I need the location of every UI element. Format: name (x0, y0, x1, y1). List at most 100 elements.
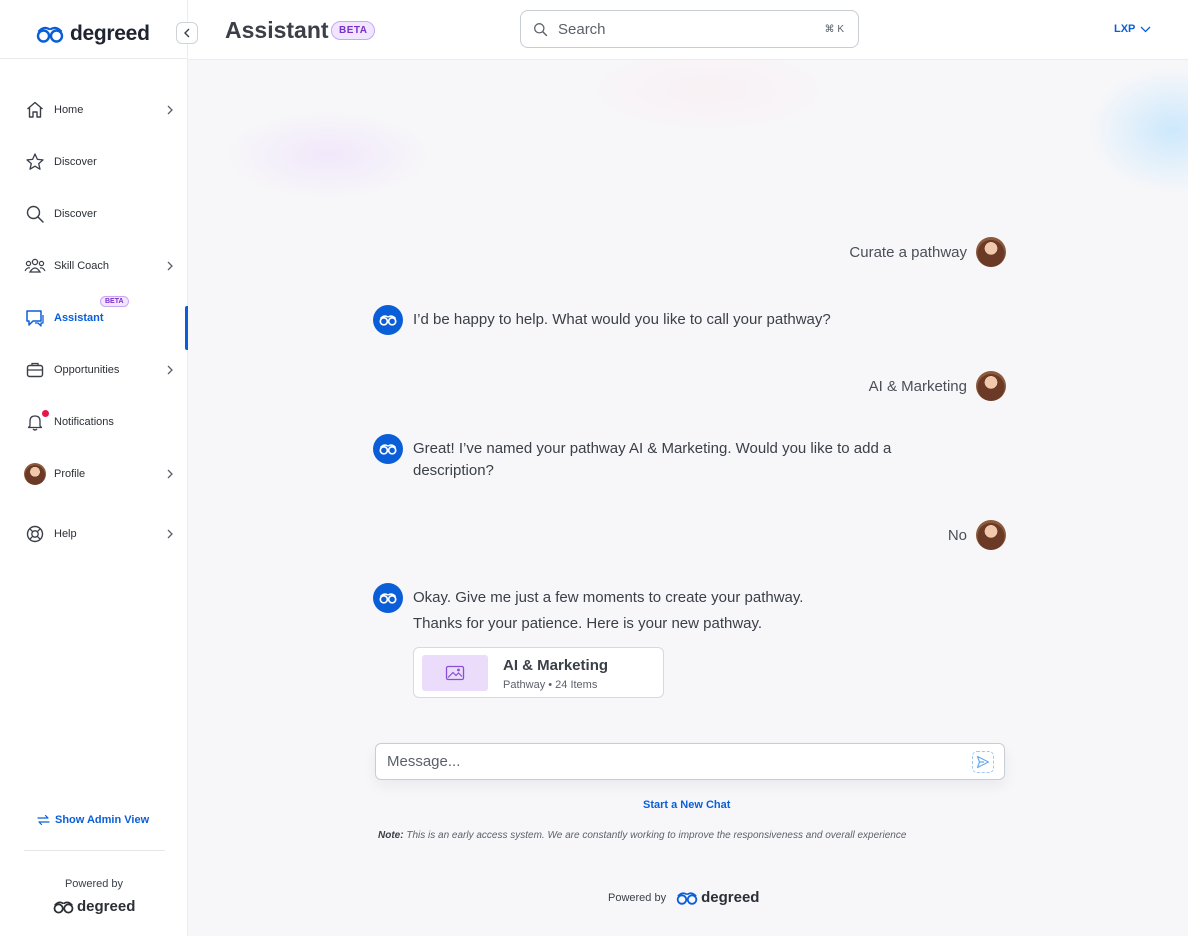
chevron-down-icon (1140, 26, 1151, 32)
user-message: Curate a pathway (849, 237, 1006, 267)
avatar (976, 520, 1006, 550)
glasses-logo-icon (379, 593, 397, 604)
assistant-message-line: Thanks for your patience. Here is your n… (413, 615, 763, 632)
note-text: This is an early access system. We are c… (403, 830, 907, 841)
start-new-chat-button[interactable]: Start a New Chat (643, 799, 730, 811)
sidebar-item-opportunities[interactable]: Opportunities (0, 344, 188, 396)
top-header: Assistant BETA Search ⌘ K LXP (188, 0, 1188, 60)
workspace-label: LXP (1114, 23, 1136, 35)
message-input[interactable]: Message... (375, 743, 1005, 780)
assistant-message-line: I’d be happy to help. What would you lik… (413, 311, 831, 328)
chevron-right-icon (165, 469, 175, 479)
powered-by-logo-text: degreed (701, 889, 760, 906)
chevron-right-icon (165, 365, 175, 375)
swap-icon (37, 814, 50, 826)
assistant-message: Great! I’ve named your pathway AI & Mark… (373, 434, 933, 482)
sidebar-item-label: Assistant (54, 312, 104, 324)
sidebar-item-label: Notifications (54, 416, 114, 428)
sidebar-item-home[interactable]: Home (0, 84, 188, 136)
sidebar-item-assistant[interactable]: Assistant BETA (0, 292, 188, 350)
user-message: AI & Marketing (869, 371, 1006, 401)
search-input[interactable]: Search ⌘ K (520, 10, 859, 48)
brand-divider (0, 58, 188, 59)
chat-icon (24, 307, 46, 329)
powered-by-logo-text: degreed (77, 898, 136, 915)
brand-logo[interactable]: degreed (36, 22, 150, 46)
sidebar-item-label: Discover (54, 208, 97, 220)
sidebar-item-discover[interactable]: Discover (0, 136, 188, 188)
sidebar-item-label: Discover (54, 156, 97, 168)
assistant-message-text: Okay. Give me just a few moments to crea… (413, 583, 803, 635)
send-button[interactable] (972, 751, 994, 773)
sidebar-item-label: Home (54, 104, 84, 116)
star-icon (24, 151, 46, 173)
user-message-text: AI & Marketing (868, 377, 967, 395)
pathway-meta: Pathway • 24 Items (503, 679, 598, 691)
beta-badge: BETA (331, 21, 376, 40)
avatar (976, 371, 1006, 401)
note-label: Note: (378, 830, 404, 841)
assistant-avatar (373, 305, 403, 335)
sidebar-divider (24, 850, 165, 851)
chevron-right-icon (165, 261, 175, 271)
assistant-message-line: Okay. Give me just a few moments to crea… (413, 589, 804, 606)
powered-by-footer: Powered by degreed (608, 889, 759, 906)
glasses-logo-icon (36, 26, 64, 43)
glasses-logo-icon (676, 891, 698, 905)
briefcase-icon (24, 359, 46, 381)
people-icon (24, 255, 46, 277)
collapse-sidebar-button[interactable] (176, 22, 198, 44)
sidebar-item-label: Skill Coach (54, 260, 110, 272)
lifebuoy-icon (24, 523, 46, 545)
admin-view-label: Show Admin View (55, 814, 150, 826)
sidebar-item-help[interactable]: Help (0, 508, 188, 560)
chat-area: Curate a pathway I’d be happy to help. W… (188, 60, 1188, 936)
brand-name: degreed (70, 22, 150, 45)
assistant-message: I’d be happy to help. What would you lik… (373, 305, 831, 335)
pathway-card[interactable]: AI & Marketing Pathway • 24 Items (413, 647, 664, 698)
assistant-message: Okay. Give me just a few moments to crea… (373, 583, 803, 635)
powered-by-label: Powered by (64, 878, 124, 890)
user-message-text: Curate a pathway (849, 243, 967, 261)
glasses-logo-icon (379, 315, 397, 326)
message-placeholder: Message... (387, 753, 461, 770)
sidebar-item-notifications[interactable]: Notifications (0, 396, 188, 448)
search-shortcut: ⌘ K (824, 23, 844, 35)
powered-by-logo: degreed (53, 898, 135, 915)
assistant-message-text: Great! I’ve named your pathway AI & Mark… (413, 434, 933, 482)
powered-by-label: Powered by (608, 891, 667, 904)
show-admin-view-link[interactable]: Show Admin View (37, 814, 149, 826)
chevron-left-icon (184, 28, 190, 38)
glasses-logo-icon (379, 444, 397, 455)
search-icon (534, 23, 548, 37)
assistant-avatar (373, 434, 403, 464)
sidebar: degreed Home Discover Discover Skill Coa… (0, 0, 188, 936)
sidebar-item-discover-search[interactable]: Discover (0, 188, 188, 240)
sidebar-item-label: Profile (54, 468, 86, 480)
assistant-message-line: Great! I’ve named your pathway AI & Mark… (413, 440, 892, 479)
powered-by-logo: degreed (676, 889, 759, 906)
sidebar-item-label: Opportunities (54, 364, 120, 376)
sidebar-item-skill-coach[interactable]: Skill Coach (0, 240, 188, 292)
chevron-right-icon (165, 529, 175, 539)
notification-dot (42, 410, 49, 417)
assistant-message-text: I’d be happy to help. What would you lik… (413, 305, 831, 335)
user-message: No (948, 520, 1006, 550)
disclaimer-note: Note: This is an early access system. We… (378, 830, 906, 841)
search-icon (24, 203, 46, 225)
page-title: Assistant (225, 17, 329, 43)
avatar (976, 237, 1006, 267)
sidebar-item-profile[interactable]: Profile (0, 448, 188, 500)
assistant-avatar (373, 583, 403, 613)
workspace-dropdown[interactable]: LXP (1114, 23, 1151, 35)
user-message-text: No (947, 526, 967, 544)
image-placeholder-icon (422, 655, 488, 691)
chevron-right-icon (165, 105, 175, 115)
search-placeholder: Search (558, 20, 606, 38)
avatar (24, 463, 46, 485)
home-icon (24, 99, 46, 121)
sidebar-item-label: Help (54, 528, 77, 540)
glasses-logo-icon (53, 901, 74, 914)
pathway-title: AI & Marketing (503, 657, 609, 674)
send-icon (976, 755, 990, 769)
